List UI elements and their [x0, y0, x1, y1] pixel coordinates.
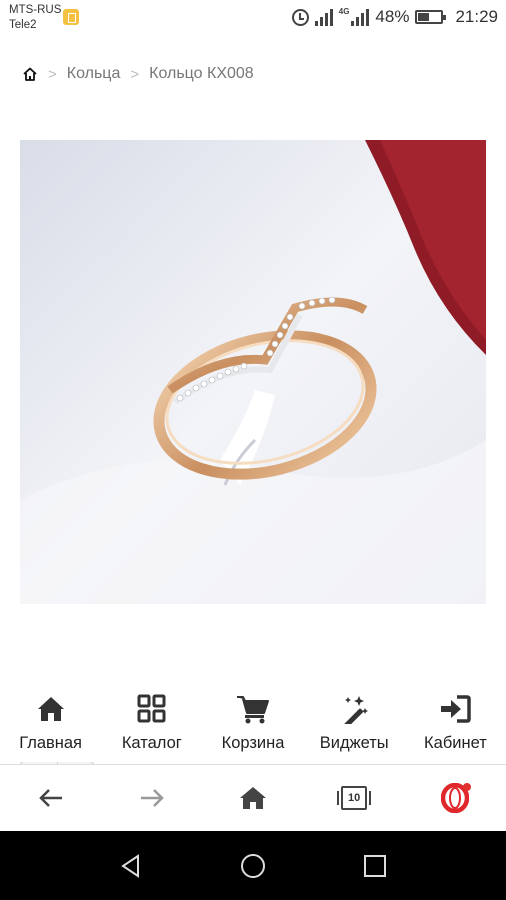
product-image[interactable]: [20, 140, 486, 604]
carrier-1: MTS-RUS: [9, 4, 62, 16]
back-button[interactable]: [21, 773, 81, 823]
notification-dot: [463, 783, 472, 791]
battery-percent: 48%: [375, 7, 410, 26]
nav-item-cart[interactable]: Корзина: [202, 686, 303, 762]
tabs-count: 10: [348, 792, 361, 804]
home-icon: [239, 787, 266, 809]
nav-item-catalog[interactable]: Каталог: [101, 686, 202, 762]
chevron-right-icon: >: [130, 65, 140, 83]
arrow-right-icon: [140, 789, 164, 807]
product-gallery: ‹ ›: [20, 128, 486, 797]
login-icon: [441, 695, 472, 723]
browser-toolbar: 10: [0, 765, 506, 831]
tabs-icon: 10: [337, 786, 372, 810]
recents-square-icon[interactable]: [362, 853, 388, 879]
breadcrumb: > Кольца > Кольцо КХ008: [22, 62, 254, 86]
opera-menu-button[interactable]: [425, 773, 485, 823]
clock: 21:29: [455, 7, 498, 26]
network-type: 4G: [338, 6, 350, 16]
arrow-left-icon: [38, 789, 62, 807]
alarm-icon: [291, 8, 309, 26]
battery-icon: [415, 10, 447, 24]
home-circle-icon[interactable]: [240, 853, 266, 879]
chevron-right-icon: >: [48, 65, 57, 83]
nav-label-widgets: Виджеты: [319, 734, 389, 752]
system-navigation-bar: [0, 831, 506, 900]
home-icon: [37, 697, 64, 721]
nav-label-cart: Корзина: [221, 734, 285, 752]
catalog-icon: [137, 694, 166, 723]
nav-label-home: Главная: [19, 734, 82, 752]
signal-icon-1: [314, 8, 333, 26]
nav-item-account[interactable]: Кабинет: [405, 686, 506, 762]
ring-photo-icon: [20, 140, 486, 604]
forward-button[interactable]: [122, 773, 182, 823]
site-nav: Главная Каталог Корзина Виджеты Кабинет: [0, 686, 506, 762]
status-indicators: 4G 48% 21:29: [291, 5, 498, 29]
tabs-button[interactable]: 10: [324, 773, 384, 823]
breadcrumb-item-rings[interactable]: Кольца: [67, 65, 121, 83]
status-bar: MTS-RUS Tele2 4G 48% 21:29: [0, 0, 506, 36]
carrier-names: MTS-RUS Tele2: [9, 3, 61, 33]
breadcrumb-item-current: Кольцо КХ008: [149, 65, 254, 82]
browser-home-button[interactable]: [223, 773, 283, 823]
nav-item-widgets[interactable]: Виджеты: [304, 686, 405, 762]
sim-card-icon: [63, 9, 79, 25]
carrier-2: Tele2: [9, 19, 37, 31]
nav-label-catalog: Каталог: [121, 734, 182, 752]
cart-icon: [237, 696, 269, 724]
nav-label-account: Кабинет: [424, 734, 487, 752]
breadcrumb-home-icon[interactable]: [22, 66, 38, 82]
magic-wand-icon: [343, 696, 369, 724]
signal-icon-2: [351, 8, 370, 26]
nav-item-home[interactable]: Главная: [0, 686, 101, 762]
back-triangle-icon[interactable]: [118, 853, 144, 879]
